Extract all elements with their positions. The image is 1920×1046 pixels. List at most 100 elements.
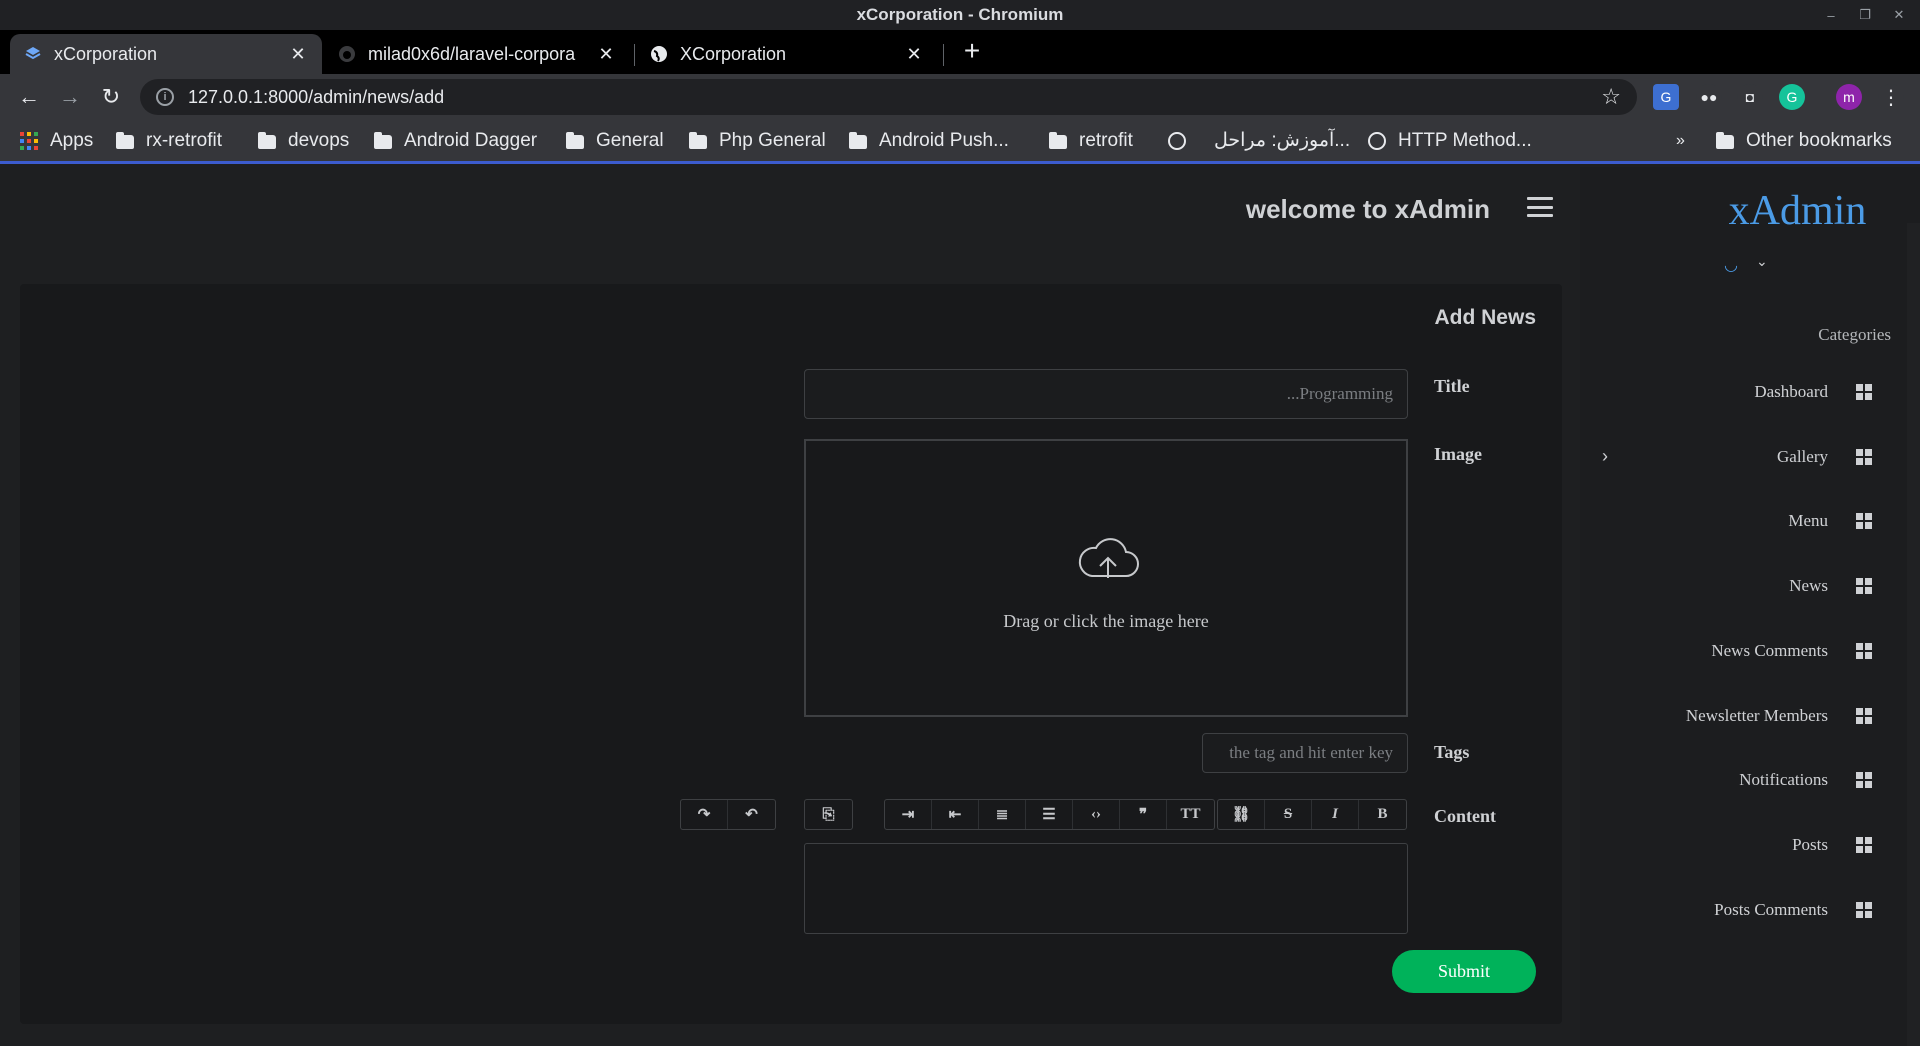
dropzone-hint: Drag or click the image here [1003,611,1209,631]
close-icon[interactable]: ✕ [596,44,616,65]
close-window-button[interactable]: ✕ [1892,7,1906,23]
sidebar-item-label: Posts [1792,835,1828,854]
info-icon[interactable]: i [156,88,174,106]
categories-heading: Categories [1818,325,1891,344]
sidebar-item-label: Gallery [1777,447,1828,466]
bookmark-folder[interactable]: Php General [689,120,826,161]
add-news-card: Add News Title ...Programming Image Drag… [20,284,1562,1024]
bookmark-star-icon[interactable]: ☆ [1601,84,1621,110]
close-icon[interactable]: ✕ [288,44,308,65]
bookmark-link[interactable]: HTTP Method... [1368,120,1532,161]
sidebar-item-menu[interactable]: Menu [1592,506,1872,536]
grid-icon [1856,902,1872,918]
bookmark-folder[interactable]: retrofit [1049,120,1133,161]
indent-increase-icon[interactable]: ⇥ [885,800,932,829]
globe-icon [1368,131,1386,150]
other-bookmarks[interactable]: Other bookmarks [1716,120,1892,161]
url-text[interactable]: 127.0.0.1:8000/admin/news/add [188,87,1601,108]
tab-label: XCorporation [680,43,787,64]
bookmarks-overflow-button[interactable]: » [1676,120,1685,161]
content-label: Content [1434,806,1496,826]
grammarly-extension-icon[interactable]: G [1779,84,1805,110]
bookmark-link[interactable]: آموزش: مراحل... [1168,120,1350,161]
indent-decrease-icon[interactable]: ⇤ [932,800,979,829]
tab-xcorporation[interactable]: xCorporation ✕ [10,34,322,74]
grid-icon [1856,643,1872,659]
sidebar-item-newsletter-members[interactable]: Newsletter Members [1592,701,1872,731]
title-label: Title [1434,376,1470,396]
tab-divider [634,44,635,66]
bookmark-folder[interactable]: devops [258,120,349,161]
strikethrough-icon[interactable]: S [1265,800,1312,829]
window-controls: – ❐ ✕ [1824,0,1906,30]
link-icon[interactable]: ⛓ [1218,800,1265,829]
profile-avatar[interactable]: m [1836,84,1862,110]
bookmark-label: Android Push... [879,129,1009,151]
bookmark-folder[interactable]: rx-retrofit [116,120,222,161]
maximize-button[interactable]: ❐ [1858,7,1872,23]
sidebar: xAdmin ◡ ⌄ Categories Dashboard Gallery … [1580,167,1920,1046]
grid-icon [1856,772,1872,788]
bookmark-apps[interactable]: Apps [20,120,93,161]
bullet-list-icon[interactable]: ☰ [1026,800,1073,829]
bold-icon[interactable]: B [1359,800,1406,829]
bookmark-folder[interactable]: General [566,120,664,161]
italic-icon[interactable]: I [1312,800,1359,829]
brand-logo[interactable]: xAdmin [1580,187,1920,235]
redo-icon[interactable]: ↷ [681,800,728,829]
close-icon[interactable]: ✕ [904,44,924,65]
bookmark-folder[interactable]: Android Push... [849,120,1009,161]
sidebar-item-notifications[interactable]: Notifications [1592,765,1872,795]
sidebar-item-news-comments[interactable]: News Comments [1592,636,1872,666]
folder-icon [1716,131,1734,149]
tab-label: milad0x6d/laravel-corpora [368,43,576,64]
sidebar-item-posts-comments[interactable]: Posts Comments [1592,895,1872,925]
spy-extension-icon[interactable]: ●● [1696,84,1722,110]
code-icon[interactable]: ‹› [1073,800,1120,829]
address-bar[interactable]: i 127.0.0.1:8000/admin/news/add ☆ [140,79,1637,115]
numbered-list-icon[interactable]: ≣ [979,800,1026,829]
bookmark-label: آموزش: مراحل... [1214,130,1351,151]
grid-icon [1856,837,1872,853]
bookmark-label: HTTP Method... [1398,129,1532,151]
folder-icon [849,131,867,149]
window-titlebar: xCorporation - Chromium – ❐ ✕ [0,0,1920,30]
menu-icon[interactable] [1527,197,1553,217]
camera-extension-icon[interactable]: ◘ [1737,84,1763,110]
heading-icon[interactable]: TT [1167,800,1214,829]
new-tab-button[interactable]: + [958,34,986,68]
forward-icon[interactable]: → [55,82,85,112]
globe-icon [1168,131,1186,150]
back-icon[interactable]: ← [14,82,44,112]
image-dropzone[interactable]: Drag or click the image here [804,439,1408,717]
tab-github[interactable]: milad0x6d/laravel-corpora ✕ [324,34,630,74]
tags-input[interactable]: the tag and hit enter key [1202,733,1408,773]
content-editor[interactable] [804,843,1408,934]
cloud-upload-icon [1076,536,1140,585]
minimize-button[interactable]: – [1824,8,1838,23]
translate-extension-icon[interactable]: G [1653,84,1679,110]
bookmark-folder[interactable]: Android Dagger [374,120,537,161]
paperclip-icon[interactable]: ⎘ [805,800,852,829]
bookmark-label: retrofit [1079,129,1133,151]
sidebar-scrollbar[interactable] [1907,223,1920,1046]
grid-icon [1856,449,1872,465]
bookmark-label: Other bookmarks [1746,129,1892,151]
grid-icon [1856,708,1872,724]
sidebar-item-dashboard[interactable]: Dashboard [1592,377,1872,407]
tab-xcorporation-site[interactable]: XCorporation ✕ [636,34,938,74]
sidebar-item-gallery[interactable]: Gallery [1592,442,1872,472]
admin-page: welcome to xAdmin Add News Title ...Prog… [0,167,1920,1046]
sidebar-item-posts[interactable]: Posts [1592,830,1872,860]
tab-divider [943,44,944,66]
quote-icon[interactable]: ❞ [1120,800,1167,829]
chevron-right-icon[interactable]: › [1602,446,1608,467]
title-input[interactable]: ...Programming [804,369,1408,419]
reload-icon[interactable]: ↻ [96,82,126,112]
sidebar-item-label: News Comments [1711,641,1828,660]
sidebar-item-news[interactable]: News [1592,571,1872,601]
smile-icon: ◡ [1724,257,1738,274]
undo-icon[interactable]: ↶ [728,800,775,829]
more-options-icon[interactable]: ⋮ [1878,84,1904,110]
submit-button[interactable]: Submit [1392,950,1536,993]
